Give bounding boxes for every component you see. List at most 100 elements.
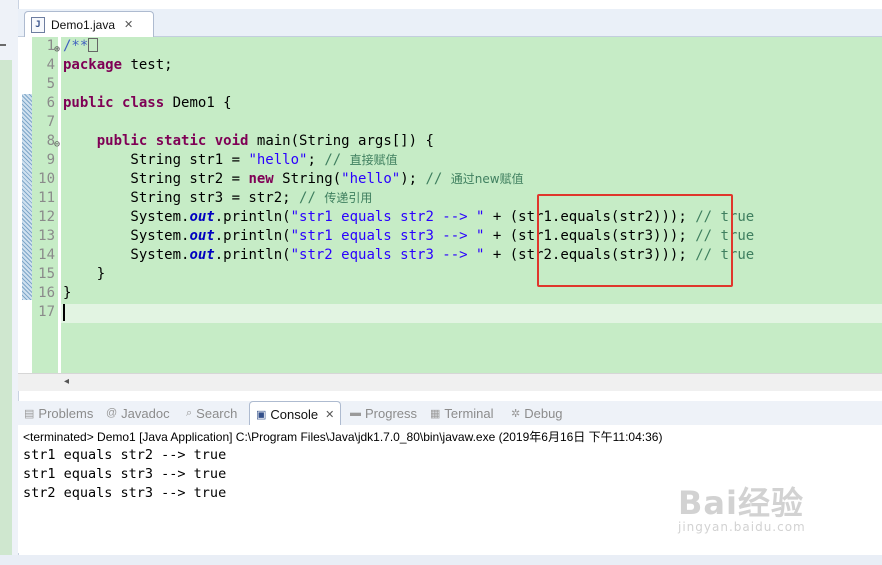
code-line: 15 } [32, 265, 882, 284]
code-token: package [63, 57, 123, 73]
folded-block-icon[interactable] [88, 38, 99, 52]
code-token: } [63, 266, 106, 282]
code-text: /** [63, 37, 99, 56]
code-line: 12 System.out.println("str1 equals str2 … [32, 208, 882, 227]
code-token: test; [122, 57, 173, 73]
code-token: "str1 equals str2 --> " [290, 209, 485, 225]
problems-icon: ▤ [24, 407, 35, 420]
watermark-text: Bai经验 [678, 484, 804, 522]
code-line: 17 [32, 303, 882, 322]
code-line: 16} [32, 284, 882, 303]
view-tab-label: Search [196, 405, 238, 421]
code-token: out [189, 209, 215, 225]
line-number: 12 [38, 209, 55, 225]
code-editor[interactable]: 1 ⊕/** 4 package test; 5 6 public class Demo1 … [18, 37, 882, 373]
code-token: public [63, 95, 114, 111]
line-number: 15 [38, 266, 55, 282]
code-line: 14 System.out.println("str2 equals str3 … [32, 246, 882, 265]
left-panel-edge [0, 0, 19, 565]
view-tab-search[interactable]: ⌕ Search [186, 401, 237, 425]
code-token: Demo1 { [164, 95, 232, 111]
debug-icon: ✲ [511, 407, 521, 420]
line-number: 4 [46, 57, 55, 73]
view-tab-javadoc[interactable]: @ Javadoc [106, 401, 170, 425]
code-token: new [248, 171, 274, 187]
code-line: 8 ⊖ public static void main(String args[]… [32, 132, 882, 151]
view-tab-label: Debug [524, 405, 563, 421]
code-token: } [63, 285, 72, 301]
code-line: 13 System.out.println("str1 equals str3 … [32, 227, 882, 246]
editor-tab-demo1[interactable]: J Demo1.java ✕ [24, 11, 154, 37]
code-token: // [324, 152, 350, 168]
code-text: String str2 = new String("hello"); // 通过… [63, 170, 524, 189]
code-token: static [155, 133, 207, 149]
progress-icon: ▬ [350, 407, 361, 419]
code-token: /** [63, 38, 89, 54]
left-panel-background [0, 60, 12, 565]
view-tab-label: Javadoc [121, 405, 170, 421]
code-lines: 1 ⊕/** 4 package test; 5 6 public class Demo1 … [32, 37, 882, 322]
code-line: 6 public class Demo1 { [32, 94, 882, 113]
code-token: class [122, 95, 165, 111]
code-token: String str3 = str2; [63, 190, 300, 206]
code-token: .println( [214, 228, 291, 244]
scroll-left-icon[interactable]: ◂ [64, 376, 69, 387]
code-token: ; [307, 152, 325, 168]
code-line: 4 package test; [32, 56, 882, 75]
code-token: System. [63, 228, 190, 244]
console-output-line: str2 equals str3 --> true [23, 485, 227, 501]
line-number: 1 [46, 38, 55, 54]
view-tab-problems[interactable]: ▤ Problems [24, 401, 93, 425]
line-number: 6 [46, 95, 55, 111]
code-text: } [63, 284, 71, 303]
line-number: 10 [38, 171, 55, 187]
line-number: 17 [38, 304, 55, 320]
code-line: 5 [32, 75, 882, 94]
code-token: System. [63, 247, 190, 263]
view-tab-label: Problems [38, 405, 94, 421]
close-icon[interactable]: ✕ [124, 18, 133, 31]
code-line: 11 String str3 = str2; // 传递引用 [32, 189, 882, 208]
bottom-view-tabs: ▤ Problems @ Javadoc ⌕ Search ▣ Console ✕ ▬ Progre… [18, 401, 882, 426]
code-text: public static void main(String args[]) { [63, 132, 434, 151]
line-number: 13 [38, 228, 55, 244]
view-tab-terminal[interactable]: ▦ Terminal [430, 401, 494, 425]
highlight-annotation-box [537, 194, 733, 287]
view-tab-label: Console [270, 406, 319, 422]
text-cursor [63, 304, 65, 321]
line-number: 7 [46, 114, 55, 130]
code-token: out [189, 247, 215, 263]
line-number: 9 [46, 152, 55, 168]
console-output-line: str1 equals str2 --> true [23, 447, 227, 463]
close-icon[interactable]: ✕ [325, 408, 334, 421]
line-number: 16 [38, 285, 55, 301]
code-token: .println( [214, 247, 291, 263]
console-status: <terminated> Demo1 [Java Application] C:… [23, 430, 663, 444]
editor-tab-bar: J Demo1.java ✕ [18, 9, 882, 37]
code-token: String str2 = [63, 171, 249, 187]
code-token: "hello" [341, 171, 401, 187]
horizontal-scrollbar[interactable]: ◂ [18, 373, 882, 391]
code-token: 传递引用 [324, 191, 373, 205]
code-token: "str2 equals str3 --> " [290, 247, 485, 263]
javadoc-icon: @ [106, 407, 118, 419]
view-tab-debug[interactable]: ✲ Debug [511, 401, 563, 425]
code-token: void [214, 133, 249, 149]
code-line: 1 ⊕/** [32, 37, 882, 56]
view-tab-label: Progress [365, 405, 418, 421]
code-token: .println( [214, 209, 291, 225]
line-number: 11 [38, 190, 55, 206]
editor-tab-label: Demo1.java [51, 17, 116, 32]
code-token: // [299, 190, 325, 206]
code-line: 9 String str1 = "hello"; // 直接赋值 [32, 151, 882, 170]
terminal-icon: ▦ [430, 407, 441, 420]
code-token: 通过new赋值 [450, 172, 524, 186]
code-text: String str1 = "hello"; // 直接赋值 [63, 151, 397, 170]
code-text: package test; [63, 56, 173, 75]
console-icon: ▣ [256, 408, 267, 421]
view-tab-console[interactable]: ▣ Console ✕ [249, 401, 342, 426]
view-tab-progress[interactable]: ▬ Progress [350, 401, 417, 425]
